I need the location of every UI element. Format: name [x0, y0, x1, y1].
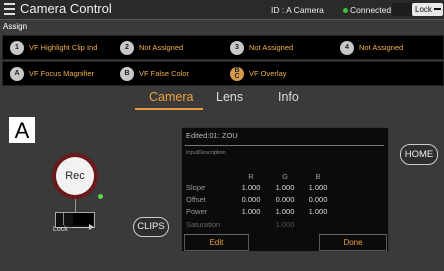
row-label-offset: Offset — [186, 195, 206, 204]
assign-label-3: Not Assigned — [249, 43, 294, 52]
assign-key-b: B — [120, 66, 134, 81]
tally-lamp-icon — [98, 194, 103, 199]
assign-key-1: 1 — [10, 40, 24, 55]
lock-indicator — [392, 3, 412, 16]
assign-key-a: A — [10, 66, 24, 81]
row-label-saturation: Saturation — [186, 220, 221, 229]
power-b: 1.000 — [308, 207, 328, 216]
assign-label-1: VF Highlight Clip Ind — [29, 43, 98, 52]
column-header-r: R — [248, 172, 254, 181]
lock-arrow-icon — [434, 8, 441, 10]
assign-label-2: Not Assigned — [139, 43, 184, 52]
tab-bar: Camera Lens Info — [0, 90, 444, 109]
assign-key-3: 3 — [230, 40, 244, 55]
tab-info[interactable]: Info — [278, 90, 299, 104]
rec-stem-divider — [75, 199, 76, 212]
panel-title: Edited:01: ZOU — [186, 131, 238, 140]
clips-button[interactable]: CLIPS — [133, 217, 169, 237]
column-header-g: G — [282, 172, 288, 181]
connection-status-dot-icon — [343, 8, 348, 13]
tab-lens[interactable]: Lens — [216, 90, 243, 104]
lock-switch-left — [56, 213, 72, 225]
power-r: 1.000 — [241, 207, 261, 216]
assign-label-c: VF Overlay — [249, 69, 287, 78]
edit-button[interactable]: Edit — [184, 234, 249, 251]
offset-g: 0.000 — [275, 195, 295, 204]
assign-label-4: Not Assigned — [359, 43, 404, 52]
assign-button-2[interactable]: 2 Not Assigned — [120, 38, 183, 57]
lock-switch-divider — [63, 213, 64, 225]
row-label-power: Power — [186, 207, 208, 216]
assign-label: Assign — [3, 22, 28, 31]
rec-button[interactable]: Rec — [56, 157, 94, 195]
app-title: Camera Control — [20, 1, 112, 16]
assign-key-bc: B C — [230, 66, 244, 81]
assign-button-3[interactable]: 3 Not Assigned — [230, 38, 293, 57]
panel-description: InputDescription — [186, 150, 226, 156]
lock-toggle[interactable]: Lock — [412, 3, 443, 16]
assign-row-2: A VF Focus Magnifier B VF False Color B … — [2, 61, 444, 86]
row-label-slope: Slope — [186, 183, 206, 192]
column-header-b: B — [315, 172, 321, 181]
camera-id: ID : A Camera — [271, 5, 324, 15]
assign-button-c[interactable]: B C VF Overlay — [230, 64, 287, 83]
slope-b: 1.000 — [308, 183, 328, 192]
saturation-value: 1.000 — [275, 220, 295, 229]
slope-r: 1.000 — [241, 183, 261, 192]
assign-key-2: 2 — [120, 40, 134, 55]
assign-button-b[interactable]: B VF False Color — [120, 64, 189, 83]
lock-toggle-label: Lock — [415, 5, 432, 14]
active-tab-underline — [135, 108, 203, 110]
offset-b: 0.000 — [308, 195, 328, 204]
assign-key-bc-bottom: C — [234, 72, 240, 80]
tab-camera[interactable]: Camera — [149, 90, 193, 104]
assign-button-a[interactable]: A VF Focus Magnifier — [10, 64, 94, 83]
assign-label-b: VF False Color — [139, 69, 190, 78]
power-g: 1.000 — [275, 207, 295, 216]
assign-button-1[interactable]: 1 VF Highlight Clip Ind — [10, 38, 97, 57]
lock-switch-label: Lock — [53, 226, 68, 233]
assign-label-a: VF Focus Magnifier — [29, 69, 95, 78]
assign-row-1: 1 VF Highlight Clip Ind 2 Not Assigned 3… — [2, 35, 444, 60]
assign-key-4: 4 — [340, 40, 354, 55]
connection-status: Connected — [350, 5, 392, 15]
offset-r: 0.000 — [241, 195, 261, 204]
lock-arrow-head-icon — [89, 224, 94, 230]
slope-g: 1.000 — [275, 183, 295, 192]
camera-letter-badge: A — [9, 117, 35, 143]
panel-divider — [185, 145, 384, 146]
home-button[interactable]: HOME — [400, 144, 438, 165]
done-button[interactable]: Done — [319, 234, 387, 251]
assign-button-4[interactable]: 4 Not Assigned — [340, 38, 403, 57]
hamburger-menu-icon[interactable] — [4, 3, 15, 15]
